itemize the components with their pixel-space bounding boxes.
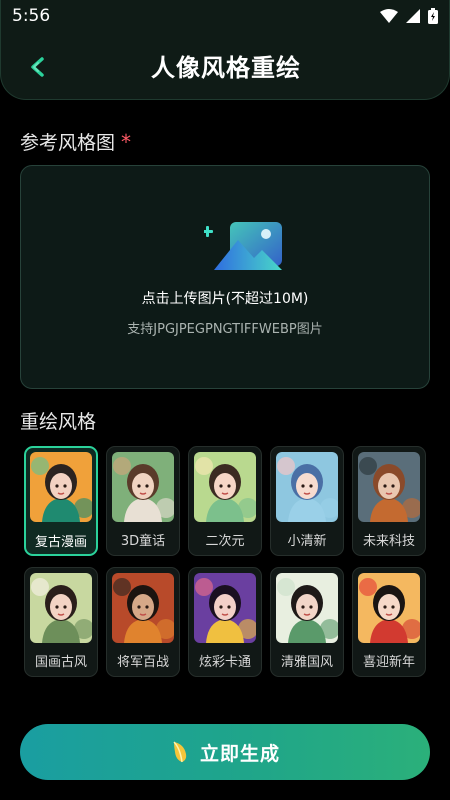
- elegant-chinese-portrait-thumbnail: [276, 573, 338, 643]
- retro-comic-portrait-thumbnail: [30, 452, 92, 522]
- generate-label: 立即生成: [199, 742, 280, 765]
- style-card-label: 将军百战: [116, 655, 169, 670]
- 3d-fairytale-portrait-thumbnail: [112, 452, 174, 522]
- fresh-portrait-thumbnail: [276, 452, 338, 522]
- style-card-5[interactable]: 未来科技: [352, 446, 426, 556]
- ink-painting-portrait-thumbnail: [30, 573, 92, 643]
- status-time: 5:56: [12, 6, 51, 26]
- style-card-8[interactable]: 炫彩卡通: [188, 567, 262, 677]
- style-grid: 复古漫画 3D童话 二次元 小清新 未来科技国画古风 将军百战 炫彩卡通 清雅国风 喜迎新年: [24, 446, 432, 677]
- style-card-label: 3D童话: [120, 534, 166, 549]
- battery-icon: [428, 8, 438, 24]
- style-card-label: 国画古风: [34, 655, 87, 670]
- new-year-portrait-thumbnail: [358, 573, 420, 643]
- upload-title: 点击上传图片(不超过10M): [141, 291, 309, 307]
- style-card-2[interactable]: 3D童话: [106, 446, 180, 556]
- style-card-label: 清雅国风: [280, 655, 333, 670]
- style-card-6[interactable]: 国画古风: [24, 567, 98, 677]
- status-icons: [380, 8, 438, 24]
- upload-area[interactable]: 点击上传图片(不超过10M) 支持JPGJPEGPNGTIFFWEBP图片: [20, 165, 430, 389]
- required-mark: *: [121, 130, 132, 154]
- style-card-1[interactable]: 复古漫画: [24, 446, 98, 556]
- reference-section-label: 参考风格图 *: [20, 128, 131, 155]
- upload-formats: 支持JPGJPEGPNGTIFFWEBP图片: [127, 322, 323, 337]
- generate-button[interactable]: 立即生成: [20, 724, 430, 780]
- style-card-7[interactable]: 将军百战: [106, 567, 180, 677]
- anime-portrait-thumbnail: [194, 452, 256, 522]
- status-bar: 5:56: [0, 0, 450, 32]
- future-tech-portrait-thumbnail: [358, 452, 420, 522]
- general-warrior-portrait-thumbnail: [112, 573, 174, 643]
- style-card-label: 未来科技: [362, 534, 415, 549]
- style-card-label: 小清新: [287, 534, 327, 549]
- page-title: 人像风格重绘: [151, 54, 301, 82]
- signal-icon: [406, 9, 420, 23]
- upload-image-icon: [204, 222, 282, 270]
- style-card-4[interactable]: 小清新: [270, 446, 344, 556]
- sparkle-gem-icon: [173, 741, 187, 763]
- style-card-3[interactable]: 二次元: [188, 446, 262, 556]
- style-card-label: 复古漫画: [34, 535, 87, 550]
- style-card-label: 炫彩卡通: [198, 655, 251, 670]
- style-card-10[interactable]: 喜迎新年: [352, 567, 426, 677]
- styles-section-label: 重绘风格: [20, 411, 97, 433]
- style-card-label: 二次元: [205, 534, 245, 549]
- style-card-label: 喜迎新年: [362, 655, 415, 670]
- wifi-icon: [380, 9, 398, 23]
- colorful-cartoon-portrait-thumbnail: [194, 573, 256, 643]
- style-card-9[interactable]: 清雅国风: [270, 567, 344, 677]
- reference-label-text: 参考风格图: [20, 132, 116, 154]
